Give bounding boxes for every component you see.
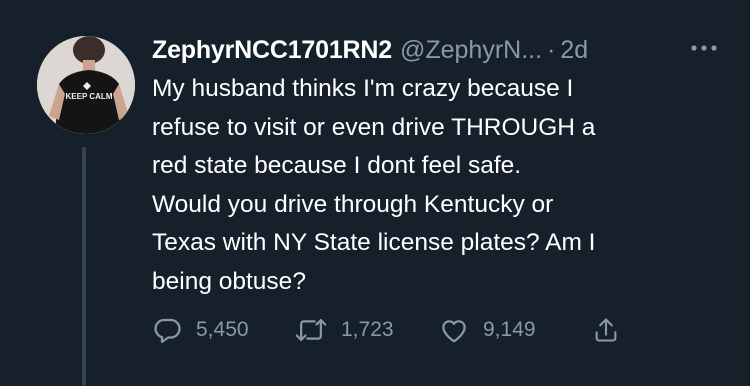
retweet-count: 1,723 [341,318,394,341]
tweet[interactable]: KEEP CALM ZephyrNCC1701RN2 @ZephyrN... ·… [0,0,750,386]
user-handle[interactable]: @ZephyrN... [400,36,542,65]
retweet-button[interactable]: 1,723 [295,312,394,348]
tweet-text-line: Would you drive through Kentucky or [152,190,554,218]
reply-button[interactable]: 5,450 [152,312,249,348]
thread-line [82,147,86,386]
heart-icon [439,315,469,345]
tweet-timestamp[interactable]: 2d [560,36,588,65]
tweet-actions: 5,450 1,723 9,149 [152,312,632,348]
tweet-text: My husband thinks I'm crazy because I re… [152,70,712,301]
like-button[interactable]: 9,149 [439,312,536,348]
more-options-button[interactable] [686,36,722,60]
like-count: 9,149 [483,318,536,341]
reply-icon [152,315,182,345]
tweet-header: ZephyrNCC1701RN2 @ZephyrN... · 2d [152,32,588,68]
share-button[interactable] [592,312,620,348]
tweet-text-line: My husband thinks I'm crazy because I [152,75,574,102]
share-icon [592,315,620,345]
avatar-shirt-text: KEEP CALM [66,92,113,101]
tweet-text-line: refuse to visit or even drive THROUGH a [152,113,596,141]
retweet-icon [295,315,327,345]
display-name[interactable]: ZephyrNCC1701RN2 [152,36,392,65]
avatar-image: KEEP CALM [37,36,135,134]
separator-dot: · [547,35,556,64]
tweet-text-line: Texas with NY State license plates? Am I [152,229,596,256]
tweet-text-line: being obtuse? [152,267,306,295]
more-horizontal-icon [690,44,718,52]
reply-count: 5,450 [196,318,249,341]
avatar[interactable]: KEEP CALM [37,36,135,134]
tweet-text-line: red state because I dont feel safe. [152,152,522,179]
